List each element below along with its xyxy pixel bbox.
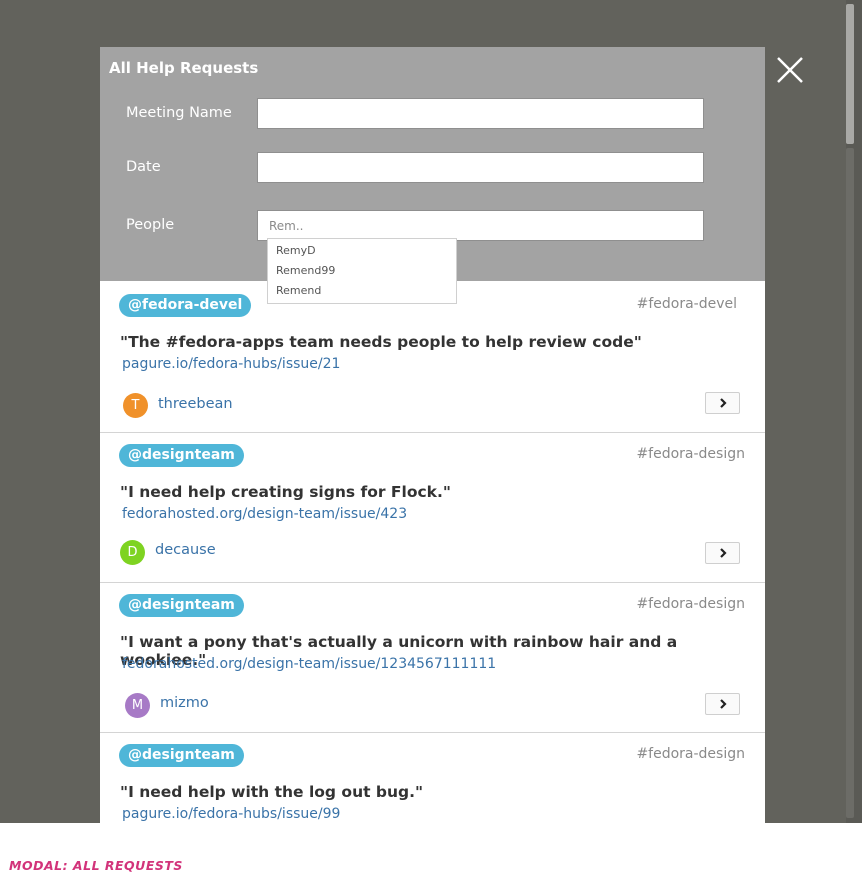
- close-button[interactable]: [774, 54, 806, 86]
- avatar: T: [123, 393, 148, 418]
- channel-label: #fedora-design: [636, 746, 745, 762]
- channel-label: #fedora-design: [636, 446, 745, 462]
- suggestion-item[interactable]: RemyD: [268, 241, 456, 261]
- team-tag-badge[interactable]: @designteam: [119, 594, 244, 617]
- meeting-name-input[interactable]: [257, 98, 704, 129]
- wireframe-caption: MODAL: ALL REQUESTS: [9, 858, 183, 873]
- request-quote: "I need help creating signs for Flock.": [120, 483, 451, 501]
- request-card: @fedora-devel #fedora-devel "The #fedora…: [100, 283, 765, 433]
- username[interactable]: decause: [155, 542, 216, 558]
- close-icon: [777, 57, 803, 83]
- username[interactable]: mizmo: [160, 695, 209, 711]
- meeting-name-label: Meeting Name: [126, 105, 232, 121]
- channel-label: #fedora-devel: [636, 296, 737, 312]
- people-input[interactable]: [257, 210, 704, 241]
- issue-link[interactable]: pagure.io/fedora-hubs/issue/99: [122, 806, 340, 822]
- issue-link[interactable]: fedorahosted.org/design-team/issue/423: [122, 506, 407, 522]
- date-label: Date: [126, 159, 161, 175]
- suggestion-item[interactable]: Remend: [268, 281, 456, 301]
- issue-link[interactable]: pagure.io/fedora-hubs/issue/21: [122, 356, 340, 372]
- channel-label: #fedora-design: [636, 596, 745, 612]
- all-requests-modal: All Help Requests Meeting Name Date Peop…: [100, 47, 765, 823]
- modal-title: All Help Requests: [109, 59, 259, 77]
- avatar: D: [120, 540, 145, 565]
- people-label: People: [126, 217, 175, 233]
- page-scrollbar-lower: [846, 148, 854, 818]
- page-scrollbar-thumb[interactable]: [846, 4, 854, 144]
- request-card: @designteam #fedora-design "I need help …: [100, 733, 765, 823]
- people-suggestions-dropdown: RemyD Remend99 Remend: [267, 238, 457, 304]
- issue-link[interactable]: fedorahosted.org/design-team/issue/12345…: [122, 656, 496, 672]
- username[interactable]: threebean: [158, 396, 233, 412]
- team-tag-badge[interactable]: @fedora-devel: [119, 294, 252, 317]
- modal-header: All Help Requests Meeting Name Date Peop…: [100, 47, 765, 304]
- date-input[interactable]: [257, 152, 704, 183]
- team-tag-badge[interactable]: @designteam: [119, 744, 244, 767]
- team-tag-badge[interactable]: @designteam: [119, 444, 244, 467]
- chevron-right-icon: [719, 548, 727, 558]
- suggestion-item[interactable]: Remend99: [268, 261, 456, 281]
- open-request-button[interactable]: [705, 542, 740, 564]
- open-request-button[interactable]: [705, 392, 740, 414]
- chevron-right-icon: [719, 398, 727, 408]
- open-request-button[interactable]: [705, 693, 740, 715]
- request-quote: "I need help with the log out bug.": [120, 783, 424, 801]
- request-quote: "The #fedora-apps team needs people to h…: [120, 333, 642, 351]
- request-card: @designteam #fedora-design "I want a pon…: [100, 583, 765, 733]
- request-card: @designteam #fedora-design "I need help …: [100, 433, 765, 583]
- chevron-right-icon: [719, 699, 727, 709]
- avatar: M: [125, 693, 150, 718]
